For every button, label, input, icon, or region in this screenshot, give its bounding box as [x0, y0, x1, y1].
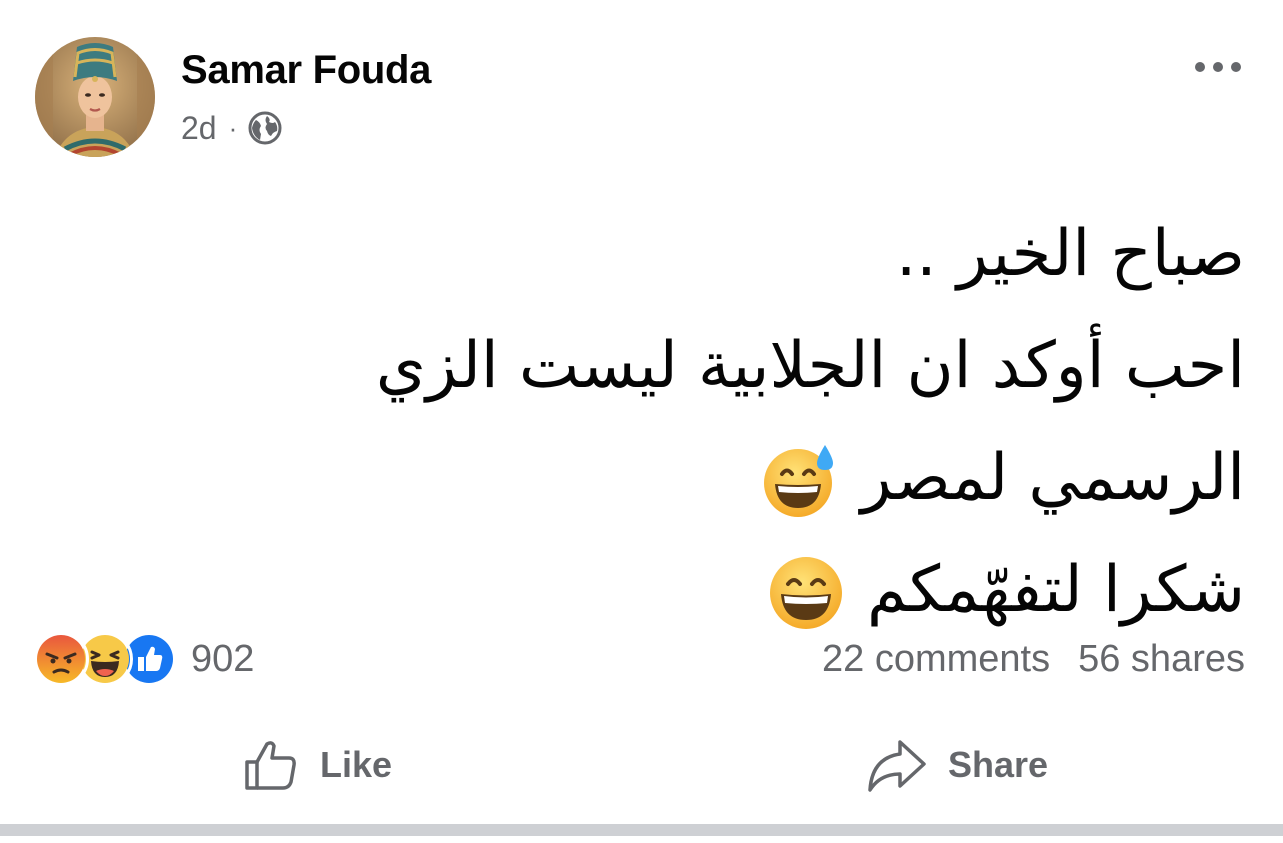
- shares-count[interactable]: 56 shares: [1078, 638, 1245, 681]
- post-line: صباح الخير ..: [895, 217, 1245, 291]
- post-meta: 2d ·: [181, 108, 283, 148]
- post-line-text: شكرا لتفهّمكم: [866, 553, 1245, 627]
- grinning-sweat-emoji: [761, 442, 839, 520]
- thumbs-up-icon: [245, 741, 296, 790]
- like-button[interactable]: Like: [242, 730, 392, 800]
- engagement-stats: 22 comments 56 shares: [822, 634, 1245, 684]
- meta-separator: ·: [228, 112, 238, 143]
- reactions-summary[interactable]: 902: [33, 631, 255, 687]
- share-arrow-icon: [868, 740, 926, 792]
- post-line: الرسمي لمصر: [170, 422, 1245, 534]
- post-line: شكرا لتفهّمكم: [170, 534, 1245, 646]
- post-line: احب أوكد ان الجلابية ليست الزي: [375, 329, 1245, 403]
- post-time[interactable]: 2d: [181, 110, 217, 147]
- more-options-button[interactable]: [1188, 52, 1248, 82]
- grinning-smile-emoji: [767, 554, 845, 632]
- comments-count[interactable]: 22 comments: [822, 638, 1050, 681]
- share-label: Share: [948, 744, 1049, 785]
- post-divider: [0, 824, 1283, 836]
- author-name[interactable]: Samar Fouda: [181, 48, 431, 93]
- more-dots-icon: [1195, 62, 1241, 72]
- globe-icon[interactable]: [247, 110, 283, 146]
- post-card: Samar Fouda 2d · صباح الخير .. احب أوكد …: [0, 0, 1283, 843]
- post-text: صباح الخير .. احب أوكد ان الجلابية ليست …: [170, 198, 1245, 646]
- like-label: Like: [320, 744, 393, 785]
- angry-reaction-icon: [33, 631, 89, 687]
- avatar[interactable]: [35, 37, 155, 157]
- reaction-count: 902: [191, 637, 255, 680]
- share-button[interactable]: Share: [866, 730, 1048, 800]
- post-line-text: الرسمي لمصر: [860, 441, 1245, 515]
